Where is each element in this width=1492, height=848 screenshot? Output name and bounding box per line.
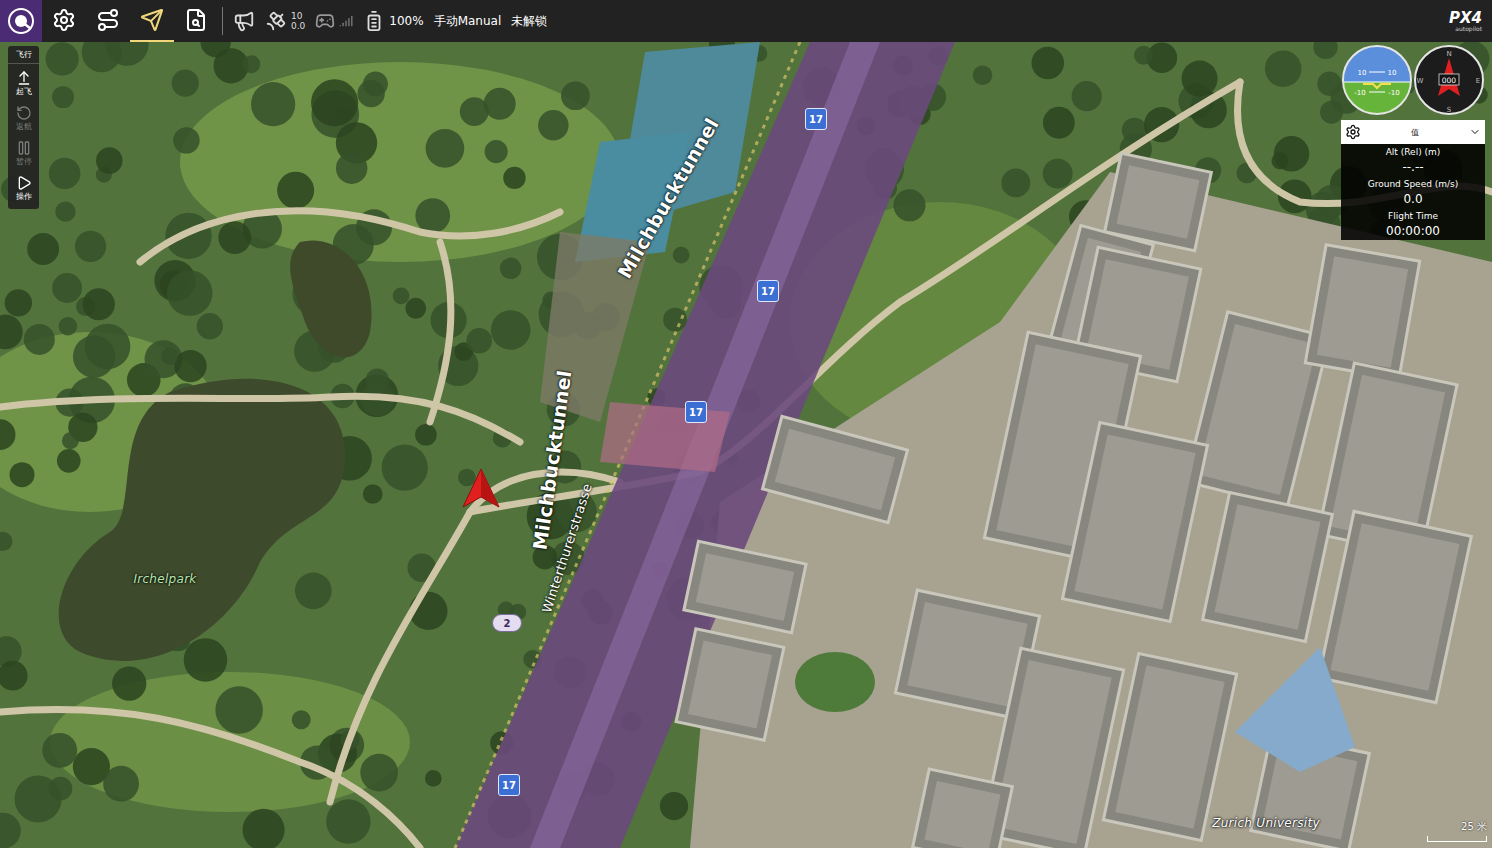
- arm-state[interactable]: 未解锁: [511, 13, 547, 30]
- analyze-view-icon: [184, 8, 208, 32]
- pause-button[interactable]: 暂停: [16, 137, 32, 169]
- value-number: 0.0: [1403, 189, 1422, 206]
- compass: N E S W 000: [1413, 44, 1485, 116]
- messages-indicator[interactable]: [233, 10, 255, 32]
- action-button[interactable]: 操作: [16, 172, 32, 204]
- gps-hdop: 0.0: [291, 21, 305, 31]
- dropdown-caret-icon[interactable]: [1469, 126, 1481, 138]
- value-label: Ground Speed (m/s): [1368, 179, 1459, 189]
- svg-text:S: S: [1447, 106, 1452, 114]
- megaphone-icon: [233, 10, 255, 32]
- satellite-map[interactable]: [0, 42, 1492, 848]
- value-row: Ground Speed (m/s)0.0: [1341, 176, 1485, 208]
- gps-count: 10: [291, 11, 305, 21]
- plan-view-button[interactable]: [86, 0, 130, 42]
- takeoff-button[interactable]: 起飞: [16, 67, 32, 99]
- map-scale-bar: [1427, 836, 1487, 842]
- flight-mode: 手动Manual: [434, 13, 502, 30]
- value-row: Flight Time00:00:00: [1341, 208, 1485, 240]
- value-row: Alt (Rel) (m)--.--: [1341, 144, 1485, 176]
- battery-icon: [363, 10, 385, 32]
- map-label: Zurich University: [1212, 816, 1320, 830]
- rc-transmitter-icon: [315, 11, 335, 31]
- route-badge: 17: [498, 774, 520, 796]
- fly-tool-label: 返航: [16, 122, 32, 131]
- rc-indicator[interactable]: [315, 11, 353, 31]
- pause-icon: [16, 140, 32, 156]
- signal-icon: [339, 14, 353, 28]
- fly-tool-label: 起飞: [16, 87, 32, 96]
- vehicle-arrow-icon[interactable]: [460, 467, 502, 509]
- values-panel: 值Alt (Rel) (m)--.--Ground Speed (m/s)0.0…: [1341, 120, 1485, 240]
- top-toolbar: 100.0 100% 手动Manual 未解锁 PX4autopilot: [0, 0, 1492, 42]
- fly-tool-strip: 飞行起飞返航暂停操作: [8, 46, 39, 209]
- values-header[interactable]: 值: [1341, 120, 1485, 144]
- route-badge: 2: [492, 614, 522, 632]
- battery-indicator[interactable]: 100%: [363, 10, 423, 32]
- route-badge: 17: [757, 280, 779, 302]
- value-label: Alt (Rel) (m): [1386, 147, 1441, 157]
- qgc-logo-icon: [7, 7, 35, 35]
- route-badge: 17: [805, 108, 827, 130]
- return-button[interactable]: 返航: [16, 102, 32, 134]
- takeoff-icon: [16, 70, 32, 86]
- fly-view-icon: [140, 8, 164, 32]
- battery-percent: 100%: [389, 14, 423, 28]
- svg-text:10: 10: [1358, 69, 1367, 77]
- qgc-window: 100.0100%手动Manual未解锁PX4autopilotMilchbuc…: [0, 0, 1492, 848]
- svg-text:E: E: [1476, 77, 1480, 85]
- svg-text:-10: -10: [1388, 89, 1399, 97]
- value-number: 00:00:00: [1386, 221, 1440, 238]
- app-menu-button[interactable]: [0, 0, 42, 42]
- svg-text:000: 000: [1442, 76, 1457, 85]
- map-view[interactable]: MilchbucktunnelMilchbucktunnelWinterthur…: [0, 42, 1492, 848]
- value-label: Flight Time: [1388, 211, 1438, 221]
- gps-readings: 100.0: [291, 11, 305, 31]
- flight-mode-selector[interactable]: 手动Manual: [434, 13, 502, 30]
- fly-tool-title: 飞行: [8, 49, 39, 64]
- vehicle-setup-icon: [52, 8, 76, 32]
- px4-logo-subtext: autopilot: [1455, 26, 1482, 32]
- satellite-icon: [265, 10, 287, 32]
- plan-view-icon: [96, 8, 120, 32]
- route-badge: 17: [685, 401, 707, 423]
- instrument-dials: 10 10 -10 -10 N E S W 000: [1341, 44, 1485, 116]
- toolbar-separator: [222, 7, 223, 35]
- px4-logo-text: PX4: [1449, 11, 1482, 26]
- svg-text:N: N: [1446, 50, 1451, 58]
- map-label: Irchelpark: [133, 572, 196, 586]
- action-icon: [16, 175, 32, 191]
- analyze-view-button[interactable]: [174, 0, 218, 42]
- svg-text:10: 10: [1388, 69, 1397, 77]
- gear-icon[interactable]: [1345, 124, 1361, 140]
- fly-view-button[interactable]: [130, 0, 174, 42]
- fly-tool-label: 暂停: [16, 157, 32, 166]
- svg-text:-10: -10: [1354, 89, 1365, 97]
- px4-logo: PX4autopilot: [1449, 11, 1482, 32]
- value-number: --.--: [1402, 157, 1423, 174]
- arm-state-text: 未解锁: [511, 13, 547, 30]
- svg-text:W: W: [1417, 77, 1424, 85]
- values-header-text: 值: [1411, 127, 1419, 138]
- map-scale-text: 25 米: [1461, 820, 1487, 834]
- attitude-indicator: 10 10 -10 -10: [1341, 44, 1413, 116]
- return-icon: [16, 105, 32, 121]
- gps-indicator[interactable]: 100.0: [265, 10, 305, 32]
- instrument-panel: 1010-10-10NESW000值Alt (Rel) (m)--.--Grou…: [1341, 44, 1485, 240]
- vehicle-setup-button[interactable]: [42, 0, 86, 42]
- fly-tool-label: 操作: [16, 192, 32, 201]
- map-scale: 25 米: [1427, 820, 1487, 842]
